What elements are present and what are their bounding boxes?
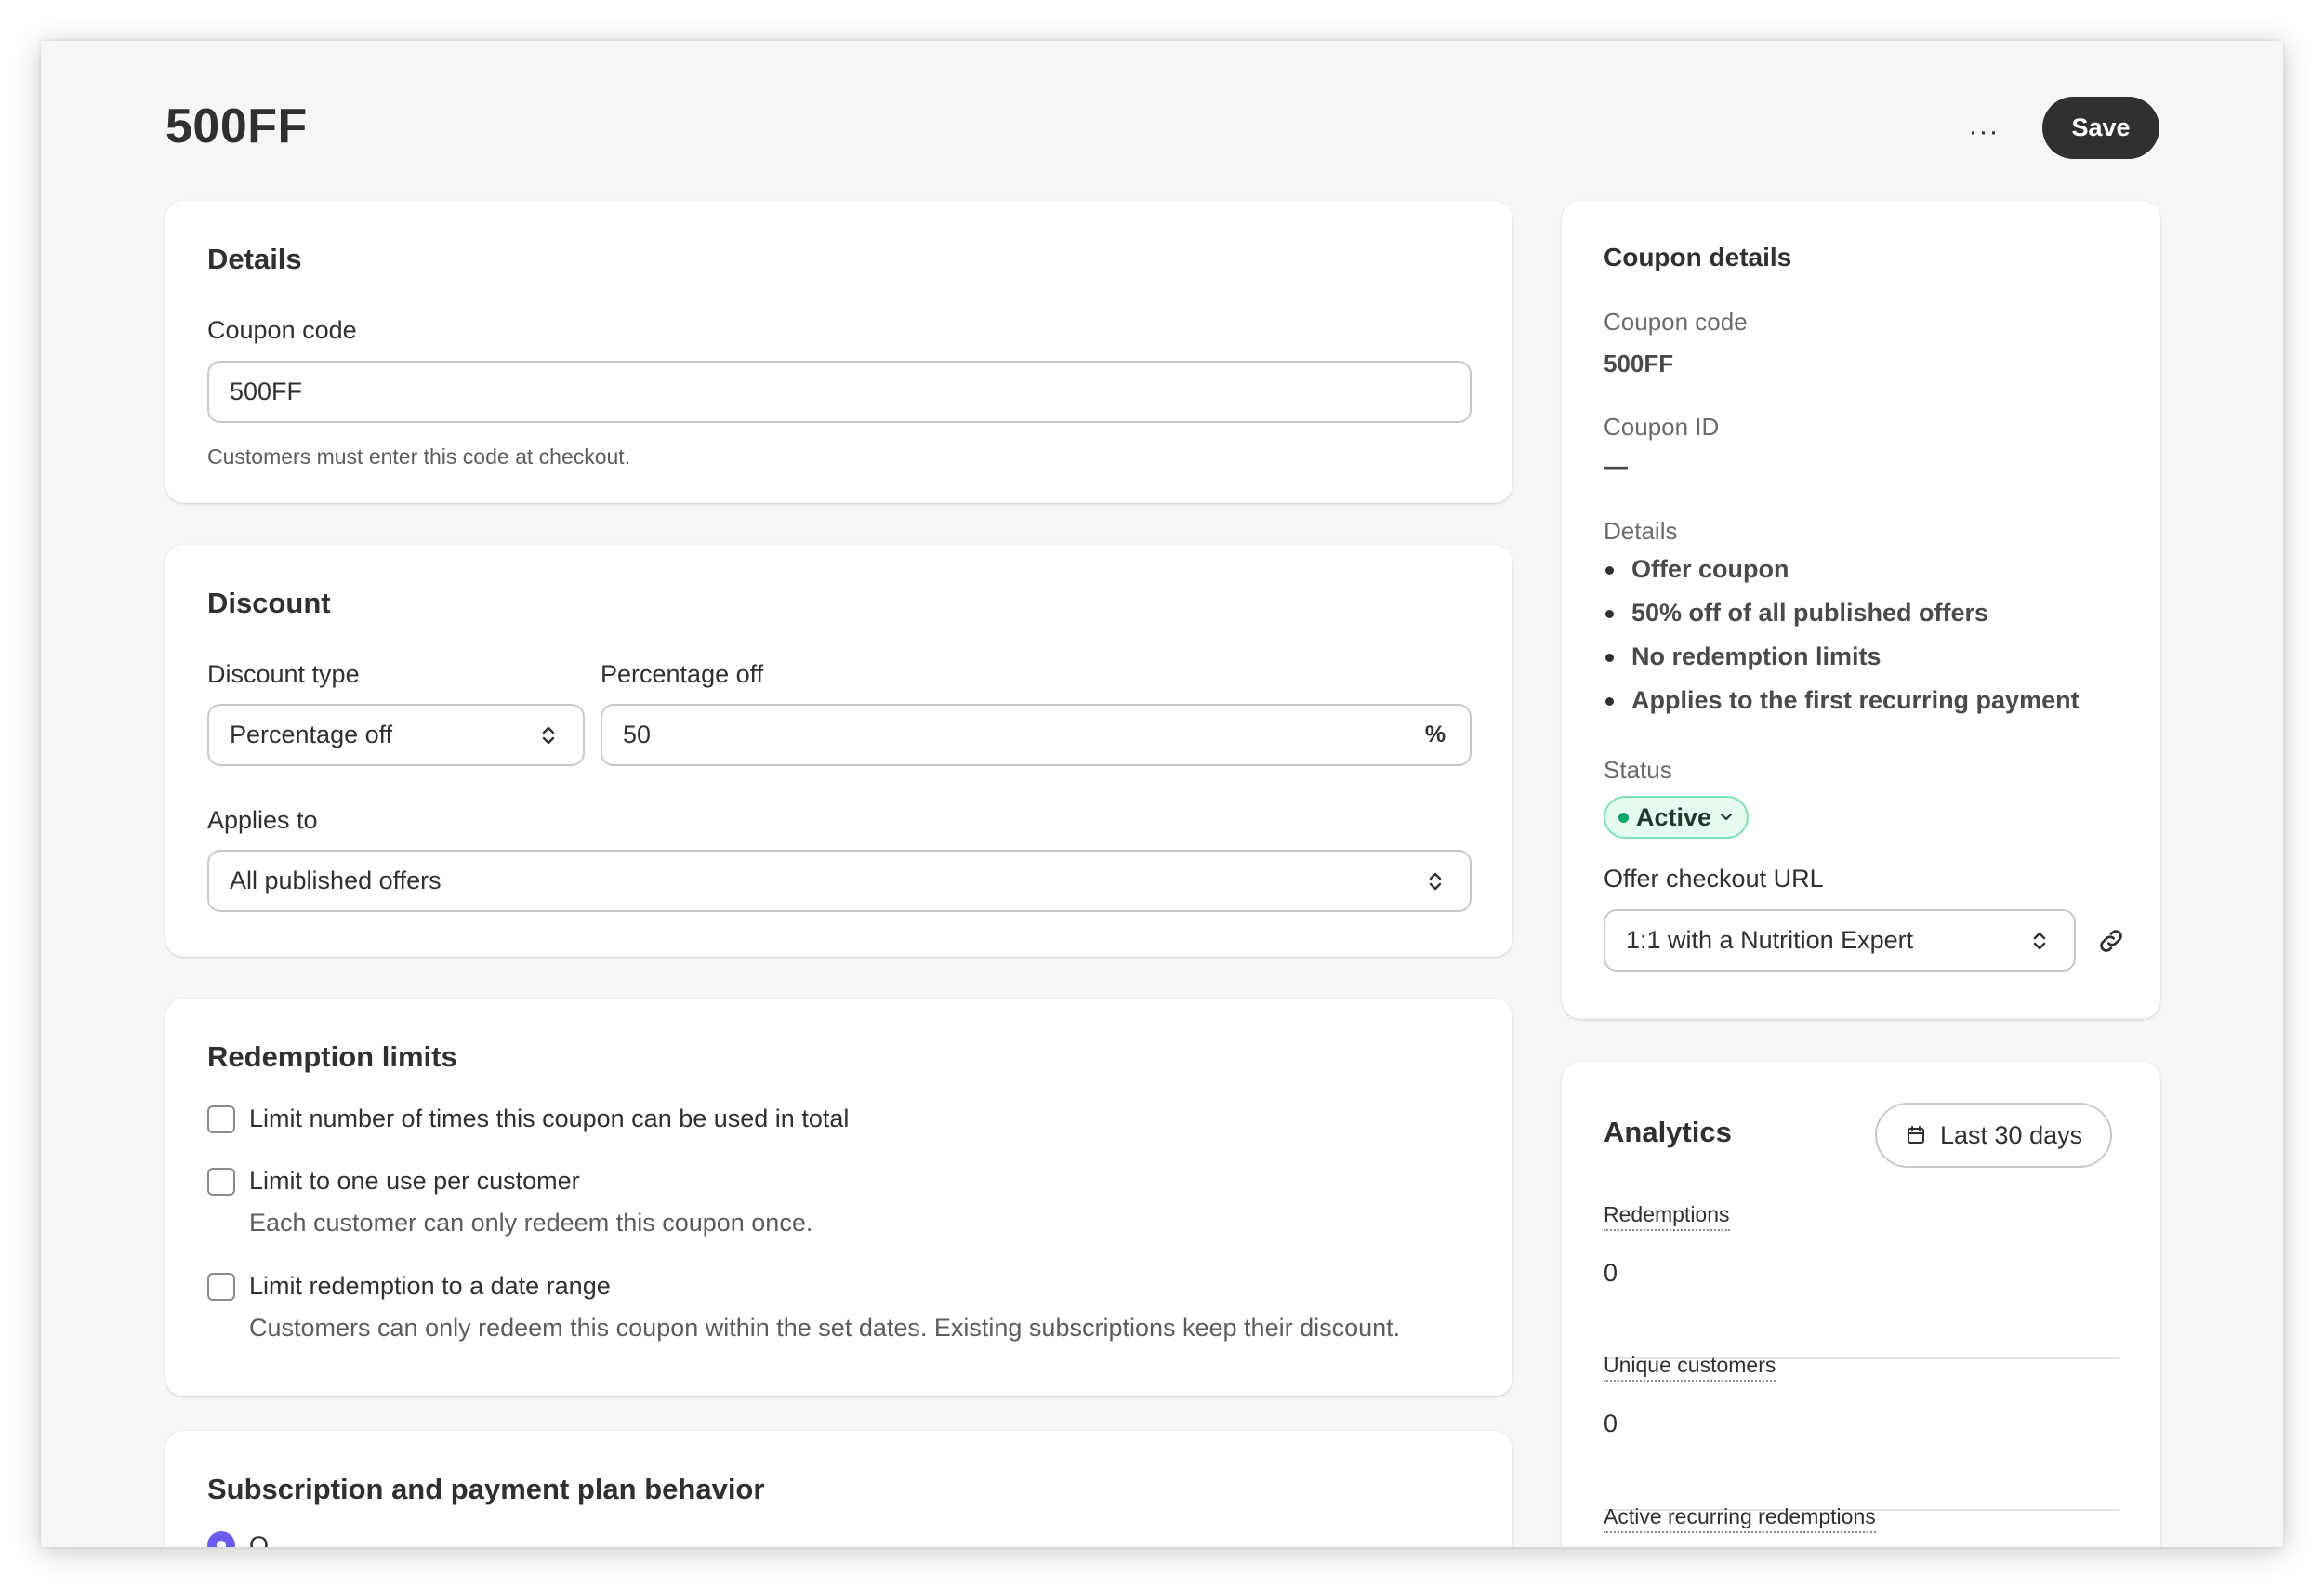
status-badge[interactable]: Active xyxy=(1604,796,1750,839)
sidebar-coupon-id-label: Coupon ID xyxy=(1604,413,1720,441)
applies-to-value: All published offers xyxy=(230,867,442,894)
details-card: Details Coupon code 500FF Customers must… xyxy=(165,201,1512,503)
copy-link-icon[interactable] xyxy=(2096,926,2126,960)
percentage-off-input[interactable]: 50 % xyxy=(601,704,1472,766)
discount-type-select[interactable]: Percentage off xyxy=(207,704,585,766)
status-dot-icon xyxy=(1618,812,1629,823)
metric-redemptions-value: 0 xyxy=(1604,1259,1618,1287)
discount-type-value: Percentage off xyxy=(230,721,393,748)
select-chevron-icon xyxy=(1421,869,1449,893)
app-window: 500FF ··· Save Details Coupon code 500FF… xyxy=(41,41,2283,1547)
sidebar-details-label: Details xyxy=(1604,517,1678,545)
subscription-behavior-title: Subscription and payment plan behavior xyxy=(207,1473,765,1505)
limit-one-per-customer-label[interactable]: Limit to one use per customer xyxy=(249,1167,580,1196)
percent-icon: % xyxy=(1424,721,1446,748)
applies-to-label: Applies to xyxy=(207,806,318,834)
metric-unique-customers-label[interactable]: Unique customers xyxy=(1604,1353,1776,1382)
analytics-title: Analytics xyxy=(1604,1116,1732,1148)
sidebar-coupon-id-value: — xyxy=(1604,452,1628,480)
details-list-item: Applies to the first recurring payment xyxy=(1604,679,2080,722)
offer-checkout-url-select[interactable]: 1:1 with a Nutrition Expert xyxy=(1604,909,2076,972)
metric-active-recurring-label[interactable]: Active recurring redemptions xyxy=(1604,1504,1876,1533)
limit-one-per-customer-description: Each customer can only redeem this coupo… xyxy=(249,1209,813,1237)
details-list-item: Offer coupon xyxy=(1604,548,2080,591)
date-range-label: Last 30 days xyxy=(1940,1120,2083,1149)
date-range-button[interactable]: Last 30 days xyxy=(1875,1103,2113,1168)
coupon-details-card: Coupon details Coupon code 500FF Coupon … xyxy=(1562,201,2160,1019)
status-badge-label: Active xyxy=(1636,802,1712,831)
select-chevron-icon xyxy=(535,723,562,748)
details-card-title: Details xyxy=(207,243,302,275)
metric-unique-customers-value: 0 xyxy=(1604,1409,1618,1437)
applies-to-select[interactable]: All published offers xyxy=(207,850,1472,912)
sidebar-coupon-code-value: 500FF xyxy=(1604,350,1674,377)
percentage-off-label: Percentage off xyxy=(601,660,764,688)
discount-card-title: Discount xyxy=(207,587,331,619)
more-actions-button[interactable]: ··· xyxy=(1962,113,2005,151)
offer-checkout-url-value: 1:1 with a Nutrition Expert xyxy=(1626,926,1914,954)
save-button[interactable]: Save xyxy=(2042,97,2159,159)
subscription-behavior-card: Subscription and payment plan behavior O xyxy=(165,1431,1512,1547)
limit-date-range-label[interactable]: Limit redemption to a date range xyxy=(249,1272,611,1301)
sidebar-details-list: Offer coupon 50% off of all published of… xyxy=(1604,548,2080,722)
coupon-code-help: Customers must enter this code at checko… xyxy=(207,444,631,469)
discount-card: Discount Discount type Percentage off Pe… xyxy=(165,545,1512,957)
limit-date-range-checkbox[interactable] xyxy=(207,1273,235,1301)
coupon-code-value: 500FF xyxy=(230,377,303,405)
sidebar-coupon-code-label: Coupon code xyxy=(1604,308,1748,336)
redemption-limits-title: Redemption limits xyxy=(207,1040,457,1073)
limit-date-range-description: Customers can only redeem this coupon wi… xyxy=(249,1314,1401,1342)
redemption-limits-card: Redemption limits Limit number of times … xyxy=(165,999,1512,1396)
limit-total-uses-label[interactable]: Limit number of times this coupon can be… xyxy=(249,1105,849,1133)
select-chevron-icon xyxy=(2026,929,2053,953)
analytics-card: Analytics Last 30 days Redemptions 0 Uni… xyxy=(1562,1062,2160,1547)
sidebar-status-label: Status xyxy=(1604,756,1672,784)
calendar-icon xyxy=(1908,1126,1924,1144)
subscription-option-radio[interactable] xyxy=(207,1531,235,1547)
limit-one-per-customer-checkbox[interactable] xyxy=(207,1168,235,1196)
chevron-down-icon xyxy=(1720,813,1733,821)
subscription-option-label[interactable]: O xyxy=(249,1531,269,1547)
coupon-code-label: Coupon code xyxy=(207,316,357,344)
percentage-off-value: 50 xyxy=(623,721,652,748)
coupon-code-input[interactable]: 500FF xyxy=(207,361,1472,423)
limit-total-uses-checkbox[interactable] xyxy=(207,1105,235,1133)
metric-redemptions-label[interactable]: Redemptions xyxy=(1604,1202,1730,1231)
page-title: 500FF xyxy=(165,99,308,153)
coupon-details-title: Coupon details xyxy=(1604,243,1792,271)
details-list-item: 50% off of all published offers xyxy=(1604,591,2080,635)
details-list-item: No redemption limits xyxy=(1604,635,2080,679)
discount-type-label: Discount type xyxy=(207,660,360,688)
offer-checkout-url-label: Offer checkout URL xyxy=(1604,865,1824,893)
